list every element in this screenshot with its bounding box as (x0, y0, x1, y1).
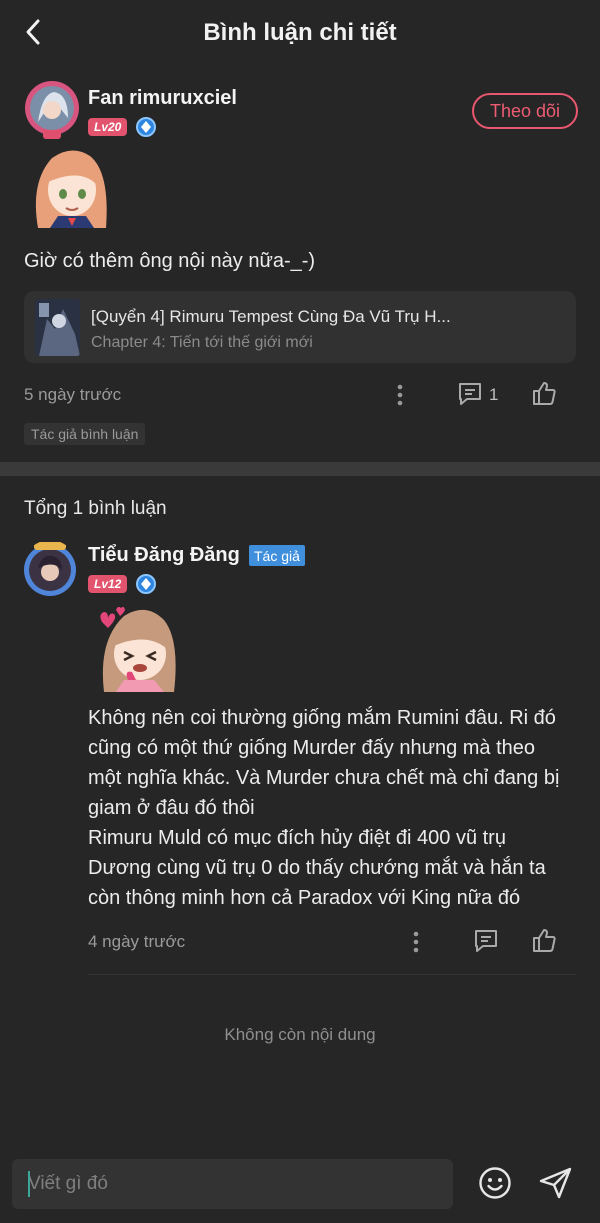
author-badge: Tác giả (249, 545, 305, 566)
page-title: Bình luận chi tiết (203, 19, 397, 46)
chevron-left-icon (26, 19, 40, 45)
like-button[interactable] (530, 926, 558, 954)
reply-text-line: một nghĩa khác. Và Murder chưa chết mà c… (88, 767, 560, 789)
sticker-image (88, 600, 180, 694)
section-divider (0, 462, 600, 476)
comment-text: Giờ có thêm ông nội này nữa-_-) (24, 250, 316, 272)
reply-avatar[interactable] (22, 540, 78, 598)
end-of-content-label: Không còn nội dung (224, 1025, 376, 1044)
book-title: [Quyển 4] Rimuru Tempest Cùng Đa Vũ Trụ … (91, 307, 451, 326)
smiley-icon (479, 1167, 511, 1199)
avatar-image (25, 81, 79, 139)
text-cursor (28, 1171, 30, 1197)
book-chapter: Chapter 4: Tiến tới thế giới mới (91, 334, 313, 351)
avatar-image (24, 542, 76, 596)
level-badge: Lv12 (88, 575, 128, 593)
thumbs-up-icon (533, 929, 556, 952)
comment-input[interactable] (12, 1159, 453, 1209)
reply-text-line: Rimuru Muld có mục đích hủy điệt đi 400 … (88, 827, 506, 849)
book-cover-image (35, 299, 80, 356)
total-comments-label: Tổng 1 bình luận (24, 498, 167, 519)
book-card[interactable]: [Quyển 4] Rimuru Tempest Cùng Đa Vũ Trụ … (24, 291, 576, 363)
top-bar: Bình luận chi tiết (0, 0, 600, 66)
follow-button[interactable]: Theo dõi (472, 93, 578, 129)
back-button[interactable] (16, 14, 50, 50)
comment-icon (459, 383, 481, 405)
reply-text-line: cũng có một thứ giống Murder đấy nhưng m… (88, 737, 536, 759)
avatar[interactable] (24, 78, 80, 142)
gem-icon (136, 574, 156, 594)
reply-divider (88, 974, 576, 975)
gem-icon (136, 117, 156, 137)
comment-username[interactable]: Fan rimuruxciel (88, 87, 237, 110)
reply-text: Không nên coi thường giống mắm Rumini đâ… (88, 703, 588, 913)
reply-text-line: Không nên coi thường giống mắm Rumini đâ… (88, 707, 556, 729)
comment-input-box[interactable] (12, 1159, 453, 1209)
send-button[interactable] (536, 1164, 576, 1202)
sticker-image (28, 142, 114, 232)
reply-count: 1 (489, 385, 499, 404)
reply-time: 4 ngày trước (88, 932, 186, 951)
comment-time: 5 ngày trước (24, 385, 122, 404)
like-button[interactable] (530, 379, 558, 407)
reply-button[interactable] (472, 927, 500, 955)
comment-icon (475, 930, 497, 952)
reply-text-line: Dương cùng vũ trụ 0 do thấy chướng mắt v… (88, 857, 546, 879)
thumbs-up-icon (533, 382, 556, 405)
reply-username[interactable]: Tiểu Đăng Đăng (88, 544, 240, 567)
send-icon (539, 1167, 572, 1199)
emoji-button[interactable] (476, 1164, 514, 1202)
more-button[interactable] (388, 380, 412, 410)
author-comment-tag: Tác giả bình luận (24, 423, 146, 445)
reply-button[interactable] (456, 380, 484, 408)
reply-text-line: giam ở đâu đó thôi (88, 797, 255, 819)
reply-text-line: còn thông minh hơn cả Paradox với King n… (88, 887, 521, 909)
more-vertical-icon (413, 931, 419, 953)
more-vertical-icon (397, 384, 403, 406)
more-button[interactable] (404, 927, 428, 957)
level-badge: Lv20 (88, 118, 128, 136)
